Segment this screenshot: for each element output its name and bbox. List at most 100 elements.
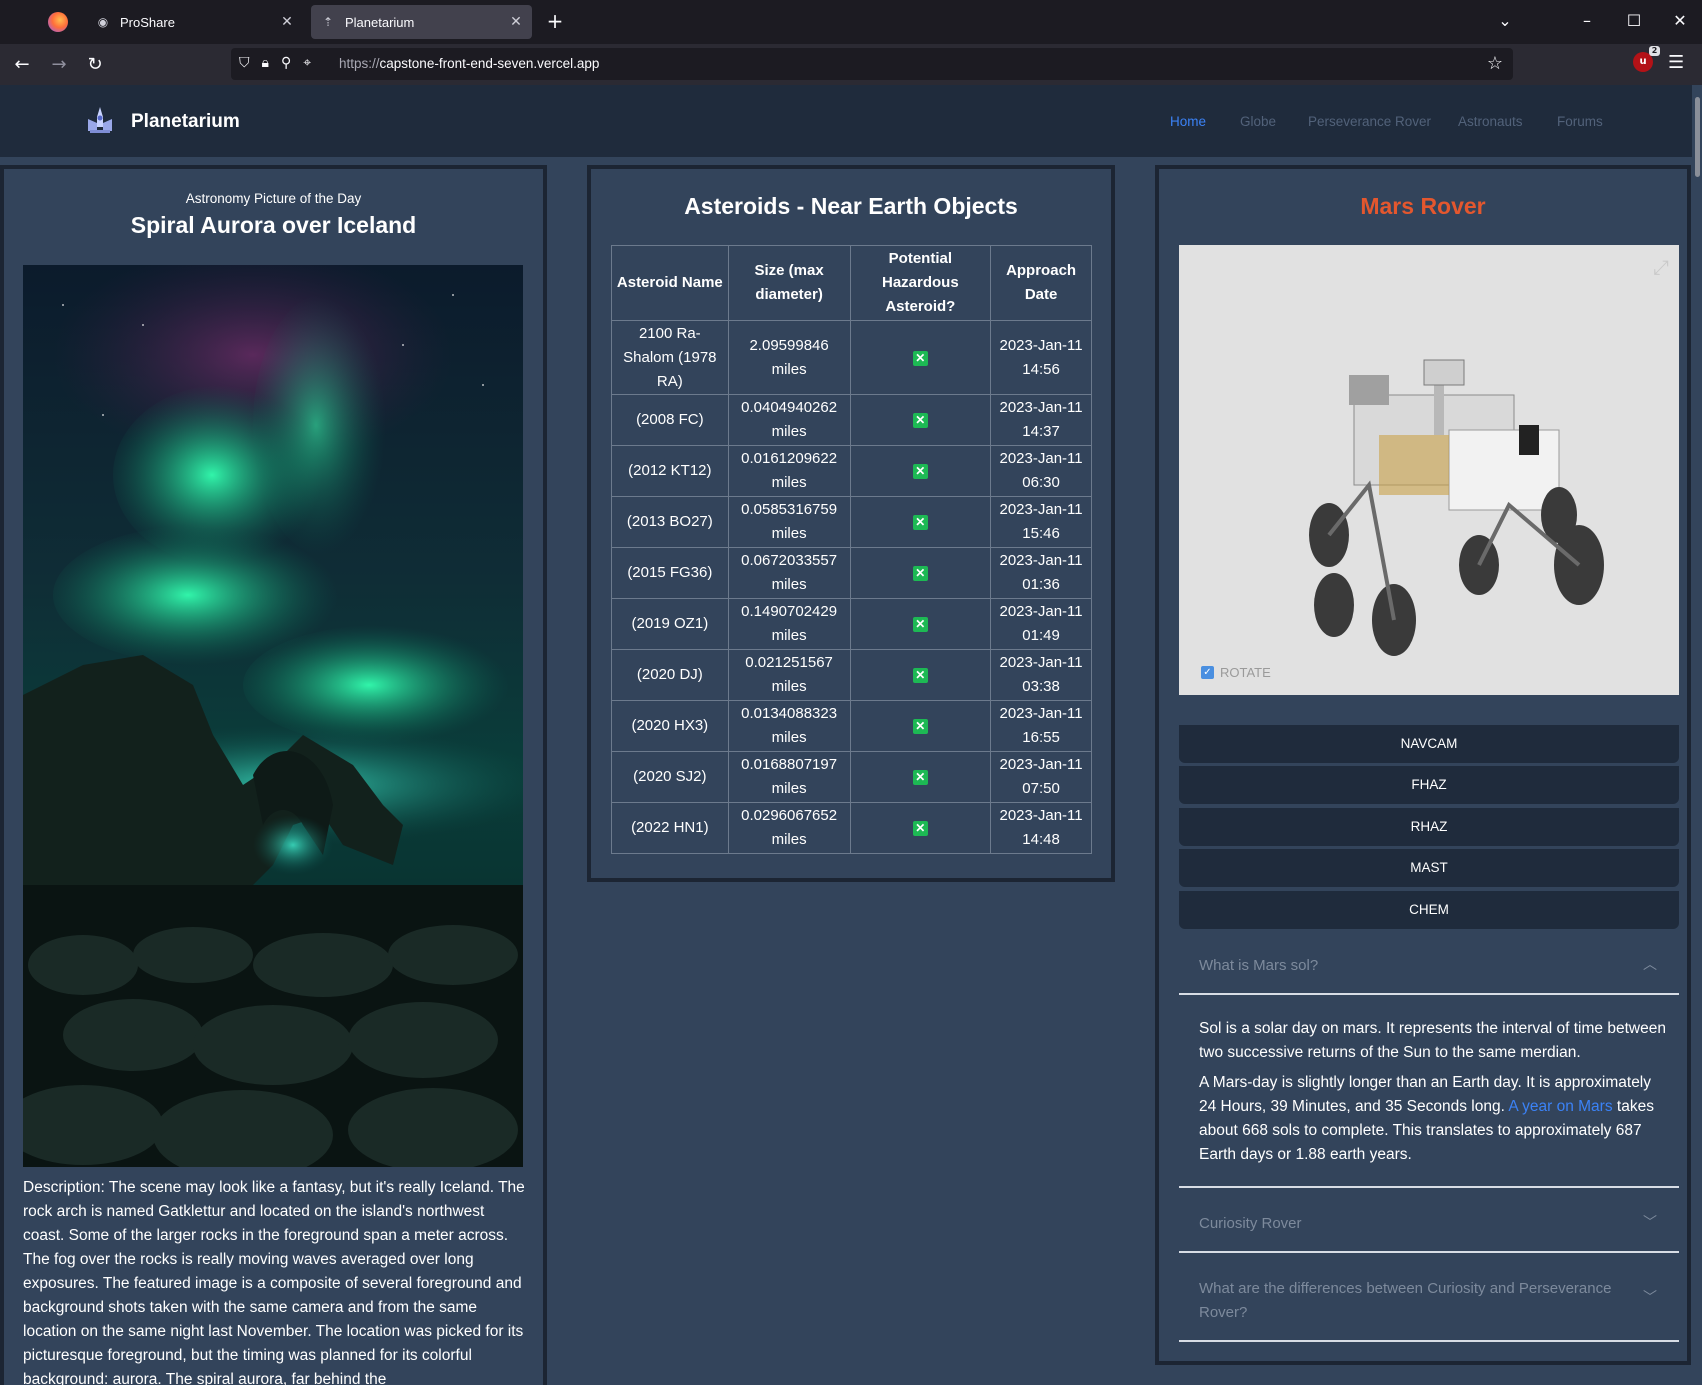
extension-badge: 2 — [1649, 46, 1660, 56]
asteroid-name: (2020 HX3) — [611, 700, 729, 752]
rover-3d-viewer[interactable]: ⤢ ✓ ROTATE — [1179, 245, 1679, 695]
approach-date: 2023-Jan-11 03:38 — [990, 649, 1092, 701]
camera-button-navcam[interactable]: NAVCAM — [1179, 725, 1679, 763]
hamburger-menu-icon[interactable]: ☰ — [1668, 52, 1684, 73]
maximize-icon[interactable]: ☐ — [1619, 10, 1649, 32]
asteroid-size: 0.0672033557 miles — [727, 547, 851, 599]
hazard-cell: ✕ — [849, 445, 992, 497]
checkbox-checked-icon[interactable]: ✓ — [1201, 666, 1214, 679]
reload-icon[interactable]: ↻ — [82, 52, 108, 78]
asteroid-name: (2020 SJ2) — [611, 751, 729, 803]
mars-rover-title: Mars Rover — [1360, 193, 1486, 219]
rotate-label: ROTATE — [1220, 665, 1271, 680]
approach-date: 2023-Jan-11 14:48 — [990, 802, 1092, 854]
asteroid-size: 0.0168807197 miles — [727, 751, 851, 803]
apod-image — [23, 265, 523, 1167]
chevron-up-icon[interactable]: ︿ — [1643, 954, 1657, 974]
year-on-mars-link[interactable]: A year on Mars — [1508, 1098, 1612, 1115]
shield-icon[interactable]: ⛉ — [239, 55, 250, 71]
asteroid-size: 0.0585316759 miles — [727, 496, 851, 548]
location-icon[interactable]: ⌖ — [303, 55, 311, 71]
lock-icon[interactable]: 🔒︎ — [262, 55, 269, 71]
faq-question[interactable]: Curiosity Rover — [1179, 1212, 1679, 1236]
tab-planetarium[interactable]: ⇡ Planetarium ✕ — [311, 5, 532, 39]
rocket-logo-icon[interactable] — [84, 105, 116, 135]
camera-button-chem[interactable]: CHEM — [1179, 891, 1679, 929]
faq-question[interactable]: What are the differences between Curiosi… — [1179, 1277, 1679, 1325]
table-row: (2020 HX3) 0.0134088323 miles ✕ 2023-Jan-11… — [611, 700, 1092, 752]
url-bar[interactable]: ⛉ 🔒︎ ⚲ ⌖ https://capstone-front-end-seve… — [231, 48, 1513, 80]
camera-button-fhaz[interactable]: FHAZ — [1179, 766, 1679, 804]
chevron-down-icon[interactable]: ﹀ — [1643, 1212, 1657, 1232]
permissions-icon[interactable]: ⚲ — [281, 55, 291, 71]
approach-date: 2023-Jan-11 15:46 — [990, 496, 1092, 548]
scrollbar-thumb[interactable] — [1695, 97, 1700, 177]
forward-icon[interactable]: → — [46, 52, 72, 78]
table-row: (2015 FG36) 0.0672033557 miles ✕ 2023-Jan-1… — [611, 547, 1092, 599]
hazard-cell: ✕ — [849, 394, 992, 446]
approach-date: 2023-Jan-11 16:55 — [990, 700, 1092, 752]
hazard-cell: ✕ — [849, 598, 992, 650]
close-window-icon[interactable]: ✕ — [1665, 10, 1695, 32]
asteroid-name: (2022 HN1) — [611, 802, 729, 854]
tab-label: ProShare — [120, 14, 175, 30]
approach-date: 2023-Jan-11 01:49 — [990, 598, 1092, 650]
camera-button-mast[interactable]: MAST — [1179, 849, 1679, 887]
asteroid-size: 0.021251567 miles — [727, 649, 851, 701]
close-tab-icon[interactable]: ✕ — [277, 14, 297, 30]
url-text[interactable]: https://capstone-front-end-seven.vercel.… — [339, 56, 599, 71]
approach-date: 2023-Jan-11 07:50 — [990, 751, 1092, 803]
faq-item-mars-sol[interactable]: What is Mars sol? ︿ — [1179, 954, 1679, 994]
page-scrollbar[interactable] — [1692, 85, 1702, 1385]
rotate-toggle[interactable]: ✓ ROTATE — [1201, 665, 1271, 680]
header-size: Size (max diameter) — [727, 245, 851, 321]
faq-item-differences[interactable]: What are the differences between Curiosi… — [1179, 1277, 1679, 1327]
list-tabs-icon[interactable]: ⌄ — [1490, 10, 1520, 32]
asteroid-name: (2019 OZ1) — [611, 598, 729, 650]
approach-date: 2023-Jan-11 01:36 — [990, 547, 1092, 599]
asteroid-name: (2012 KT12) — [611, 445, 729, 497]
nav-astronauts[interactable]: Astronauts — [1458, 114, 1523, 129]
new-tab-button[interactable]: + — [544, 10, 566, 34]
asteroid-name: (2013 BO27) — [611, 496, 729, 548]
not-hazardous-icon: ✕ — [912, 464, 928, 479]
faq-item-curiosity[interactable]: Curiosity Rover ﹀ — [1179, 1212, 1679, 1252]
table-row: (2020 DJ) 0.021251567 miles ✕ 2023-Jan-11 0… — [611, 649, 1092, 701]
rover-model[interactable] — [1179, 245, 1679, 695]
nav-forums[interactable]: Forums — [1557, 114, 1603, 129]
nav-globe[interactable]: Globe — [1240, 114, 1276, 129]
camera-button-rhaz[interactable]: RHAZ — [1179, 808, 1679, 846]
table-row: (2019 OZ1) 0.1490702429 miles ✕ 2023-Jan-11… — [611, 598, 1092, 650]
asteroid-size: 2.09599846 miles — [727, 320, 851, 395]
tab-proshare[interactable]: ◉ ProShare ✕ — [86, 5, 303, 39]
asteroid-name: 2100 Ra-Shalom (1978 RA) — [611, 320, 729, 395]
sol-paragraph-2: A Mars-day is slightly longer than an Ea… — [1199, 1071, 1669, 1167]
tab-bar: ◉ ProShare ✕ ⇡ Planetarium ✕ + ⌄ – ☐ ✕ — [0, 0, 1702, 44]
ublock-extension-icon[interactable]: u2 — [1633, 46, 1660, 72]
table-row: (2022 HN1) 0.0296067652 miles ✕ 2023-Jan-11… — [611, 802, 1092, 854]
bookmark-star-icon[interactable]: ☆ — [1487, 53, 1503, 74]
close-tab-icon[interactable]: ✕ — [506, 14, 526, 30]
divider — [1179, 993, 1679, 995]
sol-paragraph-1: Sol is a solar day on mars. It represent… — [1199, 1020, 1666, 1061]
url-protocol: https:// — [339, 56, 380, 71]
chevron-down-icon[interactable]: ﹀ — [1643, 1287, 1657, 1307]
neo-title: Asteroids - Near Earth Objects — [684, 193, 1018, 219]
rocket-icon: ⇡ — [322, 15, 334, 29]
site-brand[interactable]: Planetarium — [131, 111, 240, 133]
back-icon[interactable]: ← — [9, 52, 35, 78]
table-row: (2013 BO27) 0.0585316759 miles ✕ 2023-Jan-1… — [611, 496, 1092, 548]
nav-perseverance-rover[interactable]: Perseverance Rover — [1308, 114, 1431, 129]
globe-icon: ◉ — [97, 15, 109, 29]
minimize-icon[interactable]: – — [1572, 10, 1602, 32]
nav-toolbar: ← → ↻ ⛉ 🔒︎ ⚲ ⌖ https://capstone-front-en… — [0, 44, 1702, 85]
not-hazardous-icon: ✕ — [912, 719, 928, 734]
hazard-cell: ✕ — [849, 802, 992, 854]
nav-home[interactable]: Home — [1170, 114, 1206, 129]
not-hazardous-icon: ✕ — [912, 821, 928, 836]
hazard-cell: ✕ — [849, 496, 992, 548]
firefox-logo-icon[interactable] — [48, 12, 68, 32]
table-row: (2020 SJ2) 0.0168807197 miles ✕ 2023-Jan-11… — [611, 751, 1092, 803]
faq-question[interactable]: What is Mars sol? — [1179, 954, 1679, 978]
apod-subtitle: Astronomy Picture of the Day — [185, 191, 362, 206]
